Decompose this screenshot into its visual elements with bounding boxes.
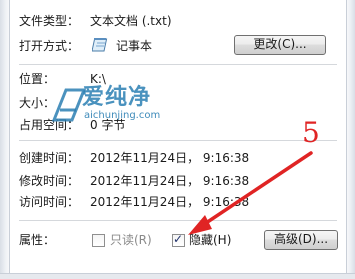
created-value: 2012年11月24日， 9:16:38 (90, 151, 250, 165)
modified-value: 2012年11月24日， 9:16:38 (90, 174, 250, 188)
watermark-text: 爱纯净 (82, 85, 152, 110)
advanced-button[interactable]: 高级(D)... (264, 230, 338, 250)
readonly-checkbox-label[interactable]: 只读(R) (110, 233, 152, 247)
step-number-annotation: 5 (302, 116, 320, 149)
location-value: K:\ (90, 72, 106, 86)
separator-2 (19, 140, 337, 141)
location-label: 位置： (19, 72, 56, 86)
change-opens-with-button[interactable]: 更改(C)... (234, 35, 326, 55)
window-frame-left (0, 0, 10, 279)
file-type-value: 文本文档 (.txt) (90, 14, 172, 28)
window-frame-bottom (0, 273, 355, 279)
modified-label: 修改时间： (19, 174, 80, 188)
attributes-label: 属性： (19, 233, 56, 247)
opens-with-label: 打开方式： (19, 39, 80, 53)
hidden-checkbox-label[interactable]: 隐藏(H) (189, 233, 231, 247)
created-label: 创建时间： (19, 151, 80, 165)
file-type-label: 文件类型： (19, 14, 80, 28)
accessed-label: 访问时间： (19, 195, 80, 209)
accessed-value: 2012年11月24日， 9:16:38 (90, 195, 250, 209)
separator-1 (19, 64, 337, 65)
hidden-checkbox[interactable]: ✓ (172, 232, 185, 247)
notepad-icon (92, 38, 108, 52)
watermark-url: aichunjing.com (84, 110, 161, 121)
readonly-checkbox[interactable] (92, 234, 105, 247)
checkmark-icon: ✓ (173, 232, 184, 246)
separator-3 (19, 220, 337, 221)
window-frame-right (346, 0, 355, 279)
opens-with-app-name: 记事本 (116, 39, 153, 53)
